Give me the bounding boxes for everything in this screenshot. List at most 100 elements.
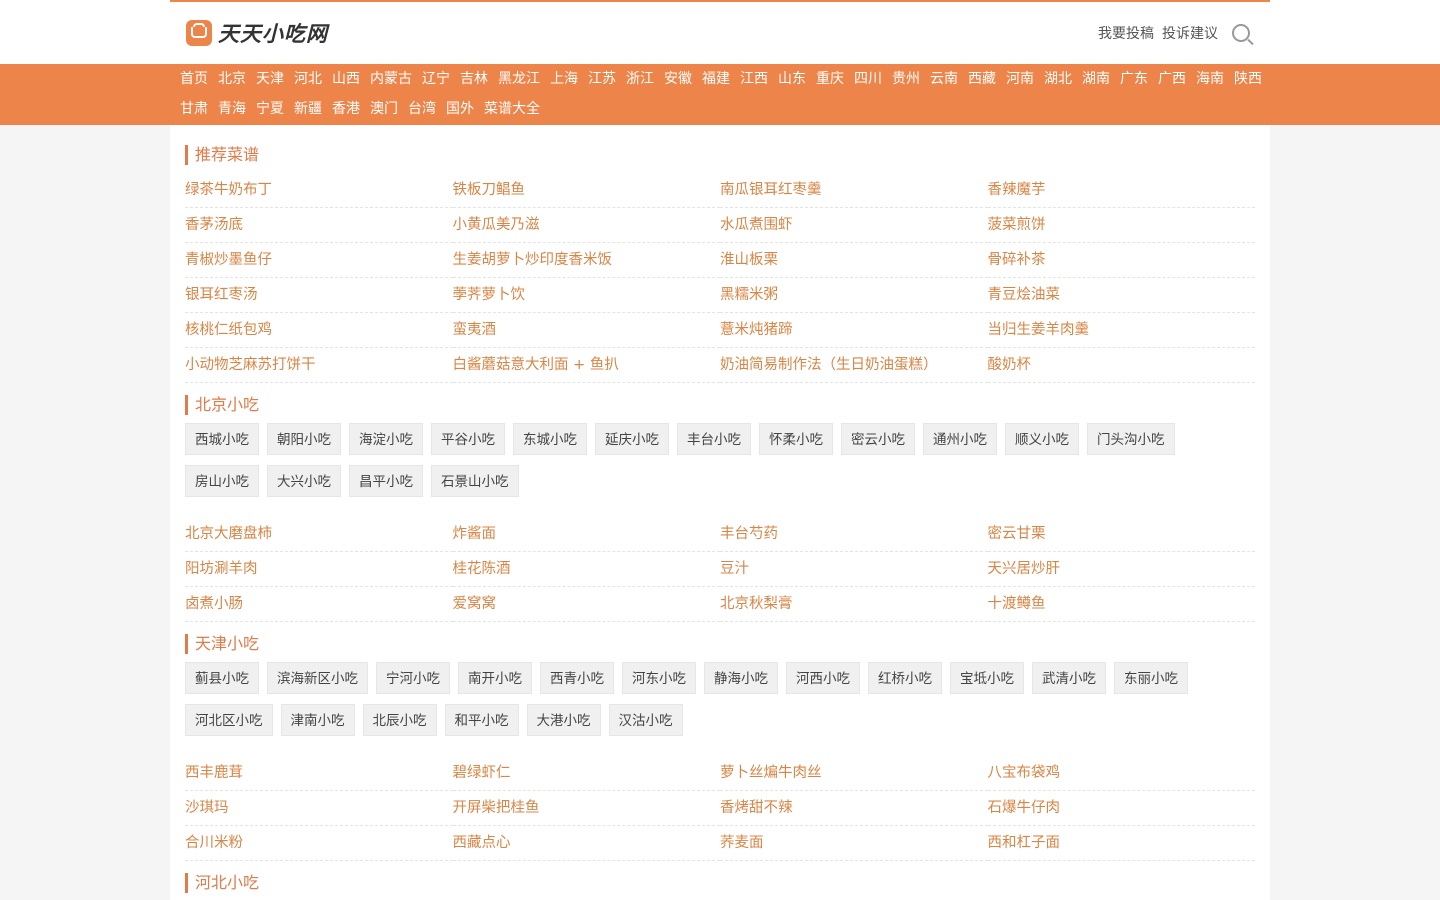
recipe-link[interactable]: 蛮夷酒 [452,313,720,348]
district-tag[interactable]: 汉沽小吃 [608,704,683,736]
district-tag[interactable]: 门头沟小吃 [1087,423,1175,455]
snack-link[interactable]: 十渡鳟鱼 [987,587,1255,622]
district-tag[interactable]: 石景山小吃 [431,465,519,497]
recipe-link[interactable]: 骨碎补茶 [987,243,1255,278]
recipe-link[interactable]: 奶油简易制作法（生日奶油蛋糕） [720,348,988,383]
nav-item[interactable]: 北京 [213,64,251,94]
district-tag[interactable]: 河北区小吃 [185,704,273,736]
district-tag[interactable]: 大港小吃 [526,704,601,736]
district-tag[interactable]: 西青小吃 [540,662,614,694]
snack-link[interactable]: 八宝布袋鸡 [987,756,1255,791]
snack-link[interactable]: 桂花陈酒 [452,552,720,587]
recipe-link[interactable]: 青椒炒墨鱼仔 [185,243,453,278]
recipe-link[interactable]: 香辣魔芋 [987,173,1255,208]
nav-item[interactable]: 贵州 [887,64,925,94]
district-tag[interactable]: 密云小吃 [841,423,915,455]
snack-link[interactable]: 卤煮小肠 [185,587,453,622]
nav-item[interactable]: 山西 [327,64,365,94]
district-tag[interactable]: 武清小吃 [1032,662,1106,694]
nav-item[interactable]: 首页 [175,64,213,94]
snack-link[interactable]: 香烤甜不辣 [720,791,988,826]
nav-item[interactable]: 湖南 [1077,64,1115,94]
district-tag[interactable]: 大兴小吃 [267,465,341,497]
snack-link[interactable]: 碧绿虾仁 [452,756,720,791]
nav-item[interactable]: 宁夏 [251,94,289,124]
nav-item[interactable]: 内蒙古 [365,64,417,94]
district-tag[interactable]: 滨海新区小吃 [267,662,368,694]
nav-item[interactable]: 辽宁 [417,64,455,94]
recipe-link[interactable]: 绿茶牛奶布丁 [185,173,453,208]
district-tag[interactable]: 顺义小吃 [1005,423,1079,455]
district-tag[interactable]: 宁河小吃 [376,662,450,694]
recipe-link[interactable]: 南瓜银耳红枣羹 [720,173,988,208]
nav-item[interactable]: 海南 [1191,64,1229,94]
district-tag[interactable]: 怀柔小吃 [759,423,833,455]
nav-item[interactable]: 重庆 [811,64,849,94]
snack-link[interactable]: 北京大磨盘柿 [185,517,453,552]
district-tag[interactable]: 通州小吃 [923,423,997,455]
snack-link[interactable]: 沙琪玛 [185,791,453,826]
nav-item[interactable]: 新疆 [289,94,327,124]
nav-item[interactable]: 山东 [773,64,811,94]
nav-item[interactable]: 广西 [1153,64,1191,94]
snack-link[interactable]: 开屏柴把桂鱼 [452,791,720,826]
district-tag[interactable]: 昌平小吃 [349,465,423,497]
snack-link[interactable]: 爱窝窝 [452,587,720,622]
recipe-link[interactable]: 荸荠萝卜饮 [452,278,720,313]
district-tag[interactable]: 东丽小吃 [1114,662,1188,694]
nav-item[interactable]: 江西 [735,64,773,94]
snack-link[interactable]: 合川米粉 [185,826,453,861]
nav-item[interactable]: 陕西 [1229,64,1267,94]
district-tag[interactable]: 丰台小吃 [677,423,751,455]
snack-link[interactable]: 阳坊涮羊肉 [185,552,453,587]
recipe-link[interactable]: 薏米炖猪蹄 [720,313,988,348]
recipe-link[interactable]: 香茅汤底 [185,208,453,243]
nav-item[interactable]: 江苏 [583,64,621,94]
district-tag[interactable]: 河西小吃 [786,662,860,694]
district-tag[interactable]: 河东小吃 [622,662,696,694]
recipe-link[interactable]: 小动物芝麻苏打饼干 [185,348,453,383]
district-tag[interactable]: 海淀小吃 [349,423,423,455]
recipe-link[interactable]: 青豆烩油菜 [987,278,1255,313]
recipe-link[interactable]: 当归生姜羊肉羹 [987,313,1255,348]
district-tag[interactable]: 房山小吃 [185,465,259,497]
nav-item[interactable]: 青海 [213,94,251,124]
snack-link[interactable]: 萝卜丝煸牛肉丝 [720,756,988,791]
nav-item[interactable]: 吉林 [455,64,493,94]
district-tag[interactable]: 延庆小吃 [595,423,669,455]
nav-item[interactable]: 湖北 [1039,64,1077,94]
recipe-link[interactable]: 小黄瓜美乃滋 [452,208,720,243]
nav-item[interactable]: 台湾 [403,94,441,124]
district-tag[interactable]: 平谷小吃 [431,423,505,455]
search-icon[interactable] [1232,24,1250,42]
district-tag[interactable]: 宝坻小吃 [950,662,1024,694]
nav-item[interactable]: 香港 [327,94,365,124]
nav-item[interactable]: 河南 [1001,64,1039,94]
district-tag[interactable]: 南开小吃 [458,662,532,694]
snack-link[interactable]: 豆汁 [720,552,988,587]
nav-item[interactable]: 甘肃 [175,94,213,124]
snack-link[interactable]: 西丰鹿茸 [185,756,453,791]
snack-link[interactable]: 炸酱面 [452,517,720,552]
district-tag[interactable]: 朝阳小吃 [267,423,341,455]
nav-item[interactable]: 天津 [251,64,289,94]
recipe-link[interactable]: 酸奶杯 [987,348,1255,383]
complaint-link[interactable]: 投诉建议 [1162,23,1218,43]
site-logo[interactable]: 天天小吃网 [170,18,328,48]
recipe-link[interactable]: 生姜胡萝卜炒印度香米饭 [452,243,720,278]
nav-item[interactable]: 上海 [545,64,583,94]
nav-item[interactable]: 西藏 [963,64,1001,94]
snack-link[interactable]: 天兴居炒肝 [987,552,1255,587]
snack-link[interactable]: 密云甘栗 [987,517,1255,552]
recipe-link[interactable]: 铁板刀鲳鱼 [452,173,720,208]
snack-link[interactable]: 西藏点心 [452,826,720,861]
nav-item[interactable]: 广东 [1115,64,1153,94]
nav-item[interactable]: 菜谱大全 [479,94,545,124]
recipe-link[interactable]: 菠菜煎饼 [987,208,1255,243]
district-tag[interactable]: 红桥小吃 [868,662,942,694]
nav-item[interactable]: 安徽 [659,64,697,94]
snack-link[interactable]: 荞麦面 [720,826,988,861]
recipe-link[interactable]: 白酱蘑菇意大利面 + 鱼扒 [452,348,720,383]
nav-item[interactable]: 黑龙江 [493,64,545,94]
recipe-link[interactable]: 水瓜煮围虾 [720,208,988,243]
